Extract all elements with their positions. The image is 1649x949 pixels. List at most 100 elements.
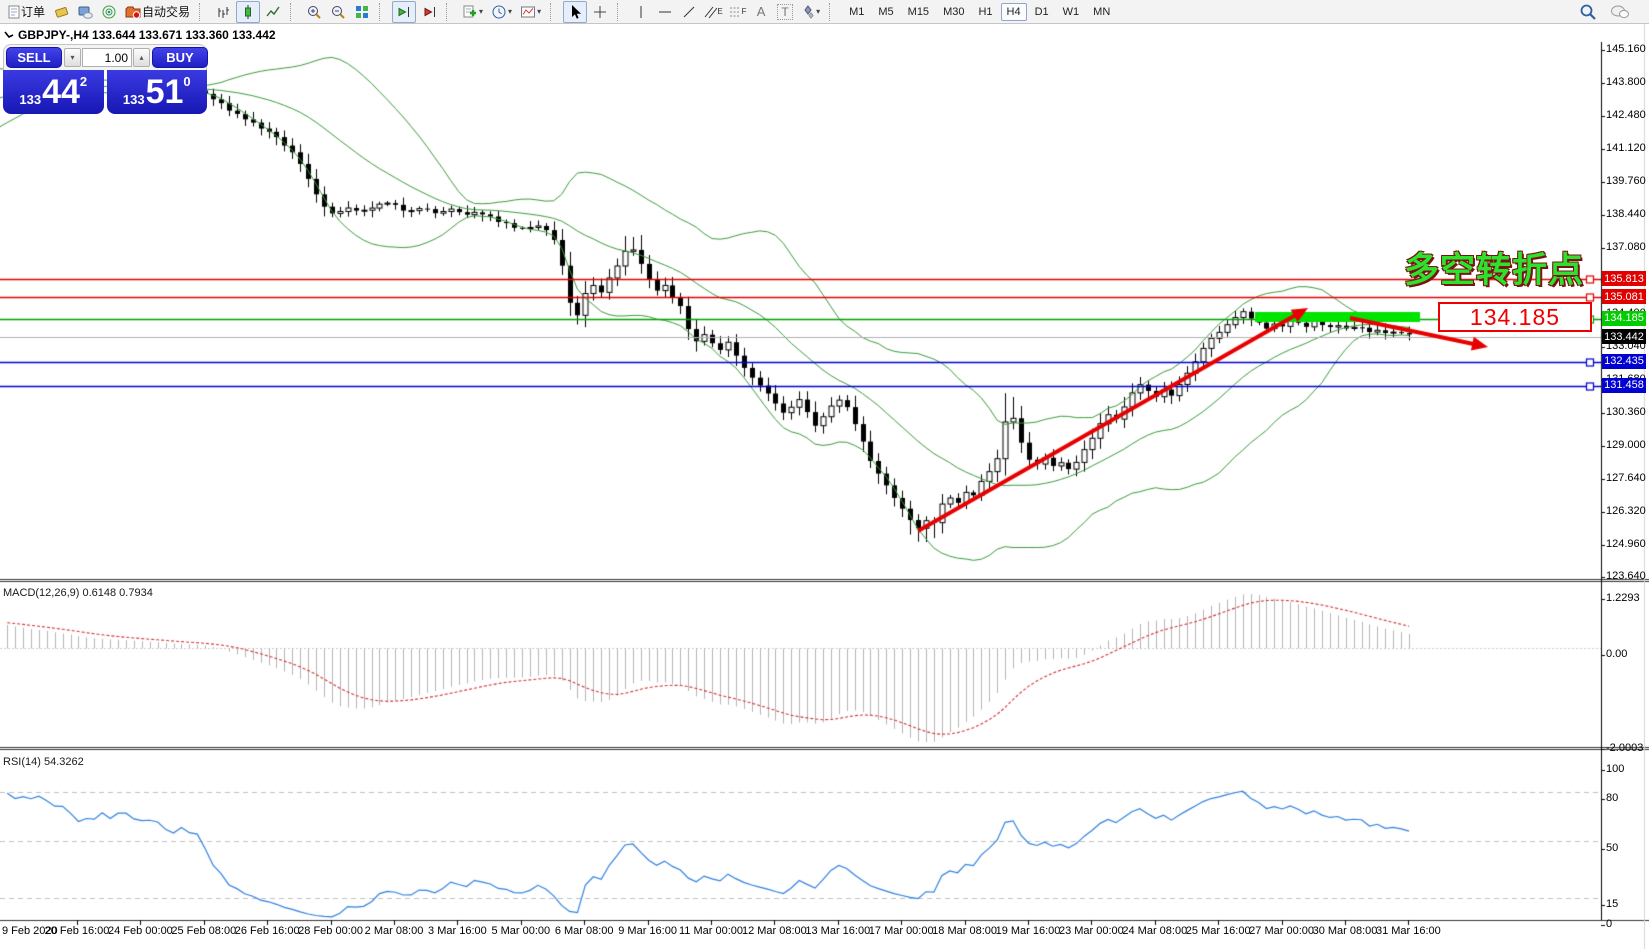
time-axis-label: 2 Mar 08:00 bbox=[365, 925, 424, 937]
turning-point-annotation[interactable]: 多空转折点 bbox=[1404, 242, 1584, 293]
timeframe-M1[interactable]: M1 bbox=[843, 3, 870, 21]
label-tool-glyph: T bbox=[777, 4, 792, 20]
bar-chart-mode-button[interactable] bbox=[212, 2, 234, 22]
price-level-label: 135.813 bbox=[1602, 271, 1646, 286]
price-axis-tick: 123.640 bbox=[1606, 570, 1646, 582]
price-axis-tick: 137.080 bbox=[1606, 241, 1646, 253]
periods-button[interactable]: ▾ bbox=[488, 2, 515, 22]
vertical-line-tool-button[interactable] bbox=[630, 2, 652, 22]
sell-price-display[interactable]: 133 44 2 bbox=[3, 70, 104, 114]
auto-trading-label: 自动交易 bbox=[142, 3, 190, 20]
signals-icon[interactable] bbox=[98, 2, 120, 22]
time-axis-label: 23 Mar 00:00 bbox=[1059, 925, 1124, 937]
history-center-icon[interactable] bbox=[50, 2, 72, 22]
text-tool-button[interactable]: A bbox=[750, 2, 772, 22]
timeframe-W1[interactable]: W1 bbox=[1057, 3, 1086, 21]
cursor-tool-button[interactable] bbox=[563, 1, 587, 23]
arrows-tool-button[interactable]: ▾ bbox=[798, 2, 823, 22]
rsi-axis-tick: 15 bbox=[1606, 898, 1618, 910]
time-axis-label: 24 Feb 00:00 bbox=[108, 925, 173, 937]
macd-label: MACD(12,26,9) 0.6148 0.7934 bbox=[3, 587, 153, 599]
tile-windows-button[interactable] bbox=[351, 2, 373, 22]
chart-shift-button[interactable] bbox=[418, 2, 440, 22]
macd-axis-tick: 0.00 bbox=[1606, 648, 1627, 660]
volume-increase-button[interactable]: ▴ bbox=[133, 48, 150, 67]
price-level-label: 135.081 bbox=[1602, 289, 1646, 304]
auto-trading-button[interactable]: 自动交易 bbox=[122, 2, 193, 22]
toolbar-separator bbox=[829, 3, 837, 21]
templates-button[interactable]: ▾ bbox=[517, 2, 544, 22]
symbol-ohlc-text: GBPJPY-,H4 133.644 133.671 133.360 133.4… bbox=[18, 28, 276, 42]
timeframe-H4[interactable]: H4 bbox=[1001, 3, 1027, 21]
price-axis-tick: 127.640 bbox=[1606, 472, 1646, 484]
fibonacci-tool-button[interactable]: F bbox=[726, 2, 748, 22]
crosshair-tool-button[interactable] bbox=[589, 2, 611, 22]
trade-panel-prices: 133 44 2 133 51 0 bbox=[3, 70, 207, 114]
time-axis-label: 30 Mar 08:00 bbox=[1313, 925, 1378, 937]
label-tool-button[interactable]: T bbox=[774, 2, 796, 22]
volume-stepper: ▾ ▴ bbox=[64, 48, 150, 67]
price-callout-box[interactable]: 134.185 bbox=[1438, 302, 1592, 332]
auto-scroll-button[interactable] bbox=[392, 1, 416, 23]
timeframe-H1[interactable]: H1 bbox=[972, 3, 998, 21]
toolbar-separator bbox=[290, 3, 298, 21]
price-axis-tick: 142.480 bbox=[1606, 109, 1646, 121]
volume-input[interactable] bbox=[82, 48, 132, 67]
line-chart-mode-button[interactable] bbox=[262, 2, 284, 22]
toolbar-separator bbox=[550, 3, 558, 21]
macd-axis-tick: 1.2293 bbox=[1606, 592, 1640, 604]
horizontal-line-tool-button[interactable] bbox=[654, 2, 676, 22]
price-axis-tick: 130.360 bbox=[1606, 406, 1646, 418]
price-axis-tick: 145.160 bbox=[1606, 43, 1646, 55]
timeframe-M30[interactable]: M30 bbox=[937, 3, 970, 21]
price-axis-tick: 141.120 bbox=[1606, 142, 1646, 154]
price-level-label: 131.458 bbox=[1602, 378, 1646, 393]
rsi-axis-tick: 80 bbox=[1606, 792, 1618, 804]
rsi-label: RSI(14) 54.3262 bbox=[3, 756, 84, 768]
chart-canvas[interactable] bbox=[0, 0, 1649, 949]
time-axis-label: 25 Feb 08:00 bbox=[171, 925, 236, 937]
time-axis-label: 18 Mar 08:00 bbox=[932, 925, 997, 937]
timeframe-MN[interactable]: MN bbox=[1087, 3, 1116, 21]
sell-price-prefix: 133 bbox=[19, 92, 41, 107]
community-icon[interactable] bbox=[74, 2, 96, 22]
time-axis-label: 11 Mar 00:00 bbox=[679, 925, 743, 937]
one-click-trading-panel: SELL ▾ ▴ BUY 133 44 2 133 51 0 bbox=[3, 44, 207, 114]
time-axis-label: 9 Mar 16:00 bbox=[618, 925, 677, 937]
chevron-down-icon[interactable]: ▾ bbox=[816, 7, 820, 16]
channel-tool-button[interactable]: E bbox=[702, 2, 724, 22]
zoom-out-button[interactable] bbox=[327, 2, 349, 22]
new-chart-button[interactable]: ▾ bbox=[459, 2, 486, 22]
toolbar: 订单 自动交易 ▾ ▾ bbox=[0, 0, 1649, 24]
trendline-tool-button[interactable] bbox=[678, 2, 700, 22]
search-icon[interactable] bbox=[1577, 2, 1599, 22]
chevron-down-icon[interactable]: ▾ bbox=[479, 7, 483, 16]
time-axis-label: 27 Mar 00:00 bbox=[1249, 925, 1314, 937]
price-level-label: 134.185 bbox=[1602, 311, 1646, 326]
buy-price-sup: 0 bbox=[183, 74, 190, 89]
text-tool-glyph: A bbox=[757, 4, 766, 19]
trade-panel-controls: SELL ▾ ▴ BUY bbox=[3, 44, 207, 70]
chat-icon[interactable] bbox=[1609, 2, 1631, 22]
toolbar-separator bbox=[379, 3, 387, 21]
chevron-down-icon[interactable]: ▾ bbox=[537, 7, 541, 16]
price-axis-tick: 143.800 bbox=[1606, 76, 1646, 88]
chevron-down-icon[interactable]: ▾ bbox=[508, 7, 512, 16]
time-axis-label: 5 Mar 00:00 bbox=[491, 925, 550, 937]
time-axis-label: 3 Mar 16:00 bbox=[428, 925, 487, 937]
timeframe-M15[interactable]: M15 bbox=[902, 3, 935, 21]
volume-decrease-button[interactable]: ▾ bbox=[64, 48, 81, 67]
mt4-window: 订单 自动交易 ▾ ▾ bbox=[0, 0, 1649, 949]
buy-button[interactable]: BUY bbox=[152, 47, 208, 68]
zoom-in-button[interactable] bbox=[303, 2, 325, 22]
price-axis-tick: 139.760 bbox=[1606, 175, 1646, 187]
sell-button[interactable]: SELL bbox=[6, 47, 62, 68]
buy-price-display[interactable]: 133 51 0 bbox=[107, 70, 208, 114]
time-axis-label: 19 Mar 16:00 bbox=[996, 925, 1061, 937]
timeframe-D1[interactable]: D1 bbox=[1029, 3, 1055, 21]
candlestick-mode-button[interactable] bbox=[236, 1, 260, 23]
toolbar-separator bbox=[199, 3, 207, 21]
timeframe-M5[interactable]: M5 bbox=[872, 3, 899, 21]
time-axis-label: 24 Mar 08:00 bbox=[1122, 925, 1187, 937]
new-order-button[interactable]: 订单 bbox=[4, 2, 48, 22]
